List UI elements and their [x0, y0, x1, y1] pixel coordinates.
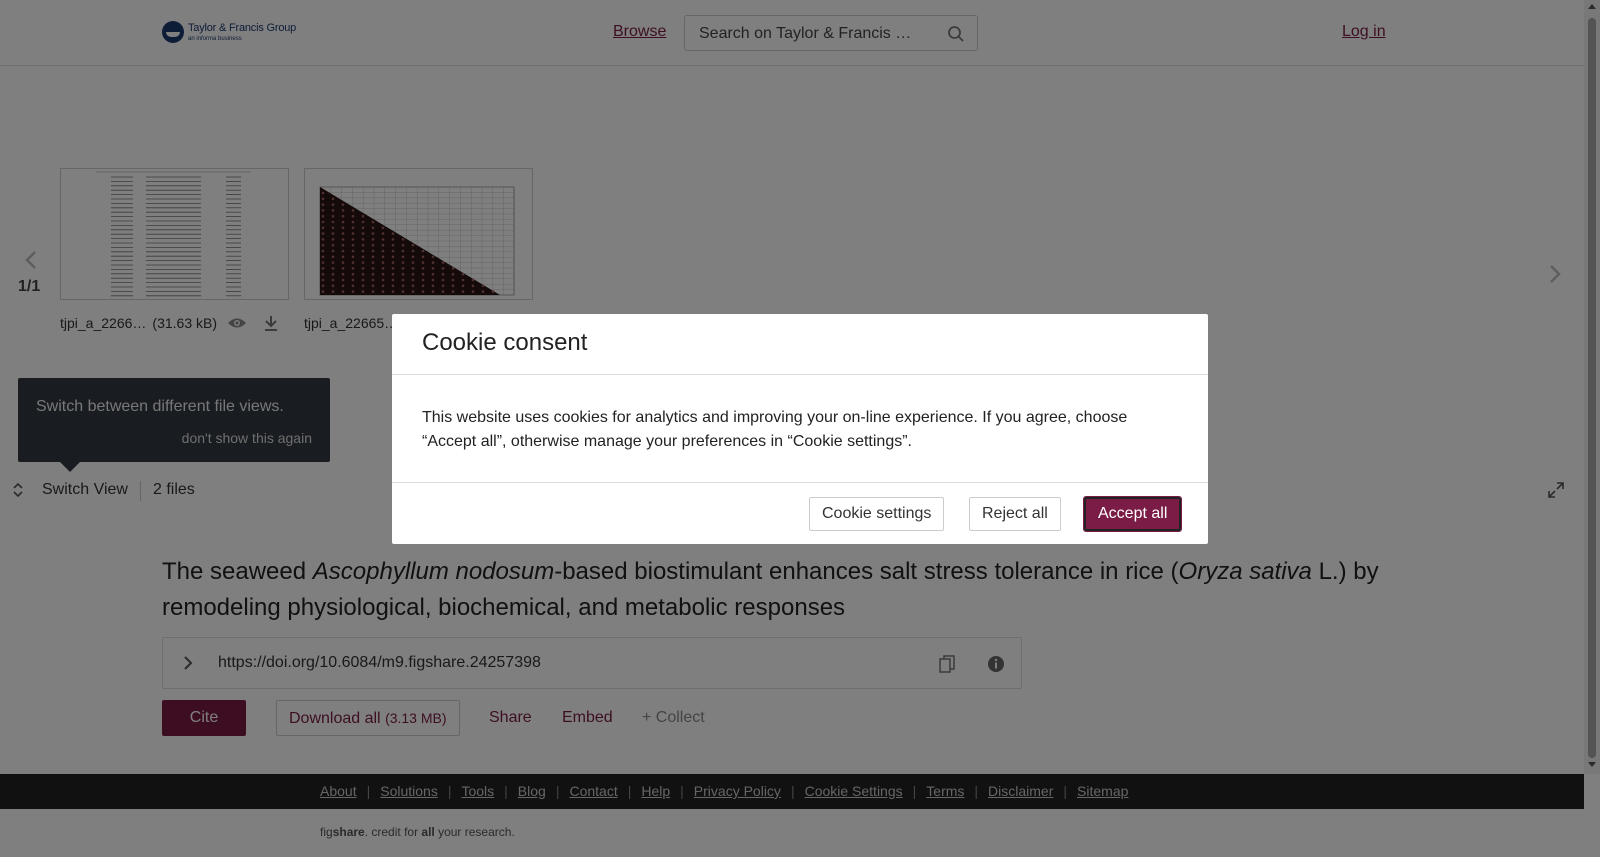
cookie-settings-button[interactable]: Cookie settings	[809, 497, 945, 531]
cookie-consent-dialog: Cookie consent This website uses cookies…	[392, 314, 1208, 544]
divider	[392, 374, 1208, 375]
cookie-dialog-title: Cookie consent	[422, 329, 588, 356]
accept-all-button[interactable]: Accept all	[1082, 496, 1183, 532]
divider	[392, 482, 1208, 483]
modal-backdrop: Cookie consent This website uses cookies…	[0, 0, 1600, 857]
reject-all-button[interactable]: Reject all	[969, 497, 1061, 531]
cookie-dialog-body: This website uses cookies for analytics …	[422, 409, 1128, 450]
